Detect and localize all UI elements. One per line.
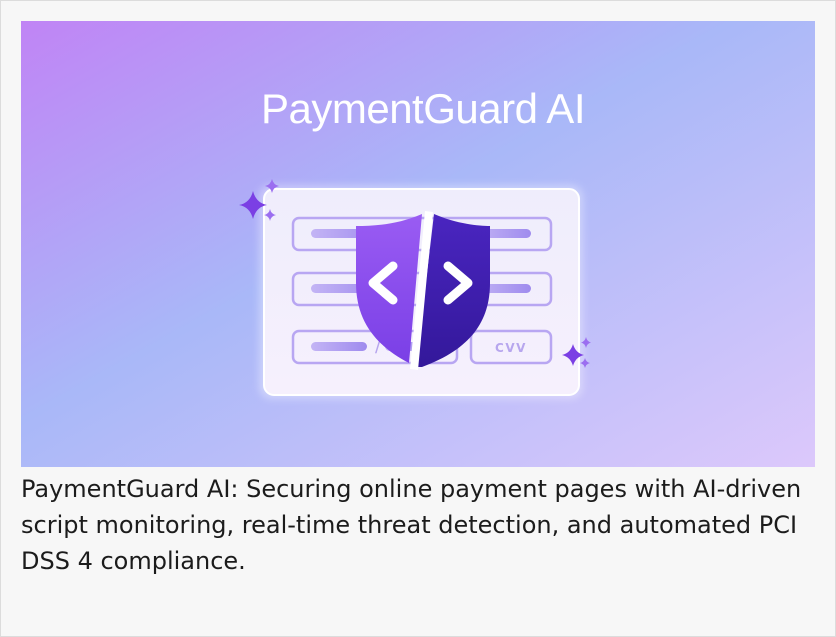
- brand-title: PaymentGuard AI: [261, 85, 585, 132]
- image-card: PaymentGuard AI / CVV PaymentGuard AI: S…: [0, 0, 836, 637]
- cvv-label: CVV: [495, 341, 527, 355]
- image-caption: PaymentGuard AI: Securing online payment…: [21, 475, 802, 575]
- hero-image: PaymentGuard AI / CVV: [21, 21, 815, 467]
